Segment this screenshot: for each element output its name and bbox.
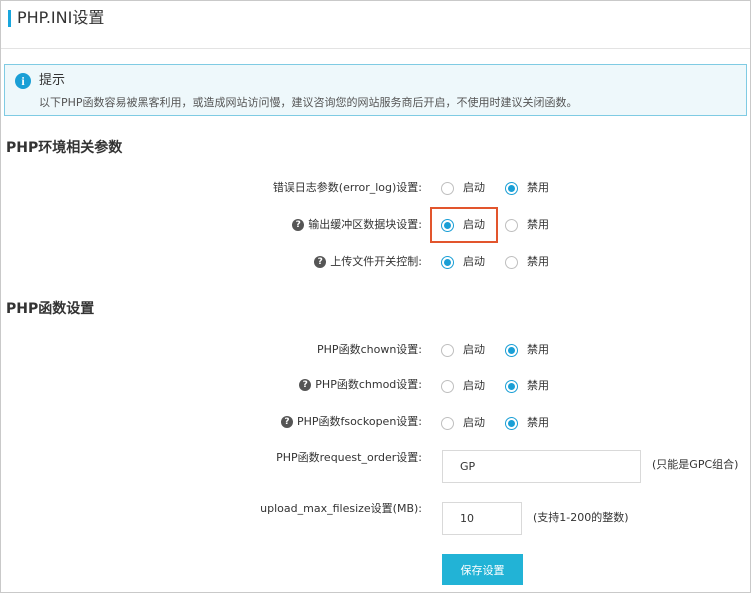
radio-button-disable[interactable]	[505, 343, 518, 357]
radio-label-enable: 启动	[463, 255, 485, 268]
row-label-text: 输出缓冲区数据块设置:	[308, 218, 422, 231]
upload-max-input[interactable]	[442, 502, 522, 535]
radio-option-enable[interactable]: 启动	[441, 181, 505, 195]
row-label-text: upload_max_filesize设置(MB):	[260, 502, 422, 515]
radio-group-error-log: 启动 禁用	[441, 181, 569, 195]
radio-option-disable[interactable]: 禁用	[505, 218, 569, 232]
request-order-hint: (只能是GPC组合)	[652, 458, 739, 471]
row-label-text: PHP函数request_order设置:	[276, 451, 422, 464]
radio-button-enable[interactable]	[441, 416, 454, 430]
radio-option-enable[interactable]: 启动	[441, 416, 505, 430]
help-icon[interactable]: ?	[280, 416, 293, 428]
row-label-error-log: 错误日志参数(error_log)设置:	[273, 180, 422, 196]
radio-label-disable: 禁用	[527, 255, 549, 268]
info-icon: i	[15, 73, 31, 89]
upload-max-hint: (支持1-200的整数)	[533, 511, 629, 524]
help-icon[interactable]: ?	[292, 219, 305, 231]
notice-text: 以下PHP函数容易被黑客利用，或造成网站访问慢，建议咨询您的网站服务商后开启，不…	[39, 96, 578, 109]
radio-label-enable: 启动	[463, 343, 485, 356]
radio-button-enable[interactable]	[441, 379, 454, 393]
radio-option-disable[interactable]: 禁用	[505, 255, 569, 269]
radio-option-disable[interactable]: 禁用	[505, 181, 569, 195]
radio-option-enable[interactable]: 启动	[441, 255, 505, 269]
row-label-upload-max: upload_max_filesize设置(MB):	[260, 501, 422, 517]
radio-label-disable: 禁用	[527, 218, 549, 231]
title-accent-bar	[8, 10, 11, 27]
row-label-text: 错误日志参数(error_log)设置:	[272, 181, 422, 194]
row-label-request-order: PHP函数request_order设置:	[276, 450, 422, 466]
radio-option-enable[interactable]: 启动	[441, 379, 505, 393]
radio-button-enable[interactable]	[441, 181, 454, 195]
help-icon[interactable]: ?	[299, 379, 312, 391]
radio-label-disable: 禁用	[527, 379, 549, 392]
row-label-text: 上传文件开关控制:	[330, 255, 422, 268]
row-label-text: PHP函数chown设置:	[317, 343, 422, 356]
highlight-box	[430, 207, 498, 243]
notice-title: 提示	[39, 73, 66, 88]
radio-option-disable[interactable]: 禁用	[505, 343, 569, 357]
radio-label-enable: 启动	[463, 416, 485, 429]
radio-button-disable[interactable]	[505, 416, 518, 430]
help-icon[interactable]: ?	[314, 256, 327, 268]
request-order-input[interactable]	[442, 450, 641, 483]
radio-button-disable[interactable]	[505, 255, 518, 269]
radio-group-file-uploads: 启动 禁用	[441, 255, 569, 269]
row-label-text: PHP函数chmod设置:	[315, 378, 422, 391]
radio-option-disable[interactable]: 禁用	[505, 416, 569, 430]
radio-option-enable[interactable]: 启动	[441, 343, 505, 357]
radio-label-disable: 禁用	[527, 181, 549, 194]
row-label-text: PHP函数fsockopen设置:	[296, 415, 422, 428]
radio-label-enable: 启动	[463, 379, 485, 392]
row-label-chmod: ? PHP函数chmod设置:	[299, 377, 422, 393]
save-button[interactable]: 保存设置	[442, 554, 523, 585]
row-label-file-uploads: ? 上传文件开关控制:	[314, 254, 422, 270]
notice-box: i 提示 以下PHP函数容易被黑客利用，或造成网站访问慢，建议咨询您的网站服务商…	[4, 64, 747, 116]
row-label-output-buffering: ? 输出缓冲区数据块设置:	[292, 217, 422, 233]
radio-button-disable[interactable]	[505, 379, 518, 393]
radio-label-enable: 启动	[463, 181, 485, 194]
radio-label-disable: 禁用	[527, 416, 549, 429]
radio-button-enable[interactable]	[441, 255, 454, 269]
radio-group-chmod: 启动 禁用	[441, 379, 569, 393]
section-title-functions: PHP函数设置	[6, 301, 95, 317]
radio-group-fsockopen: 启动 禁用	[441, 416, 569, 430]
row-label-fsockopen: ? PHP函数fsockopen设置:	[280, 414, 422, 430]
radio-group-chown: 启动 禁用	[441, 343, 569, 357]
radio-label-disable: 禁用	[527, 343, 549, 356]
page-header: PHP.INI设置	[1, 1, 750, 49]
page-title: PHP.INI设置	[17, 8, 105, 27]
radio-option-disable[interactable]: 禁用	[505, 379, 569, 393]
radio-button-disable[interactable]	[505, 218, 518, 232]
row-label-chown: PHP函数chown设置:	[317, 342, 422, 358]
section-title-env: PHP环境相关参数	[6, 140, 123, 156]
radio-button-enable[interactable]	[441, 343, 454, 357]
radio-button-disable[interactable]	[505, 181, 518, 195]
